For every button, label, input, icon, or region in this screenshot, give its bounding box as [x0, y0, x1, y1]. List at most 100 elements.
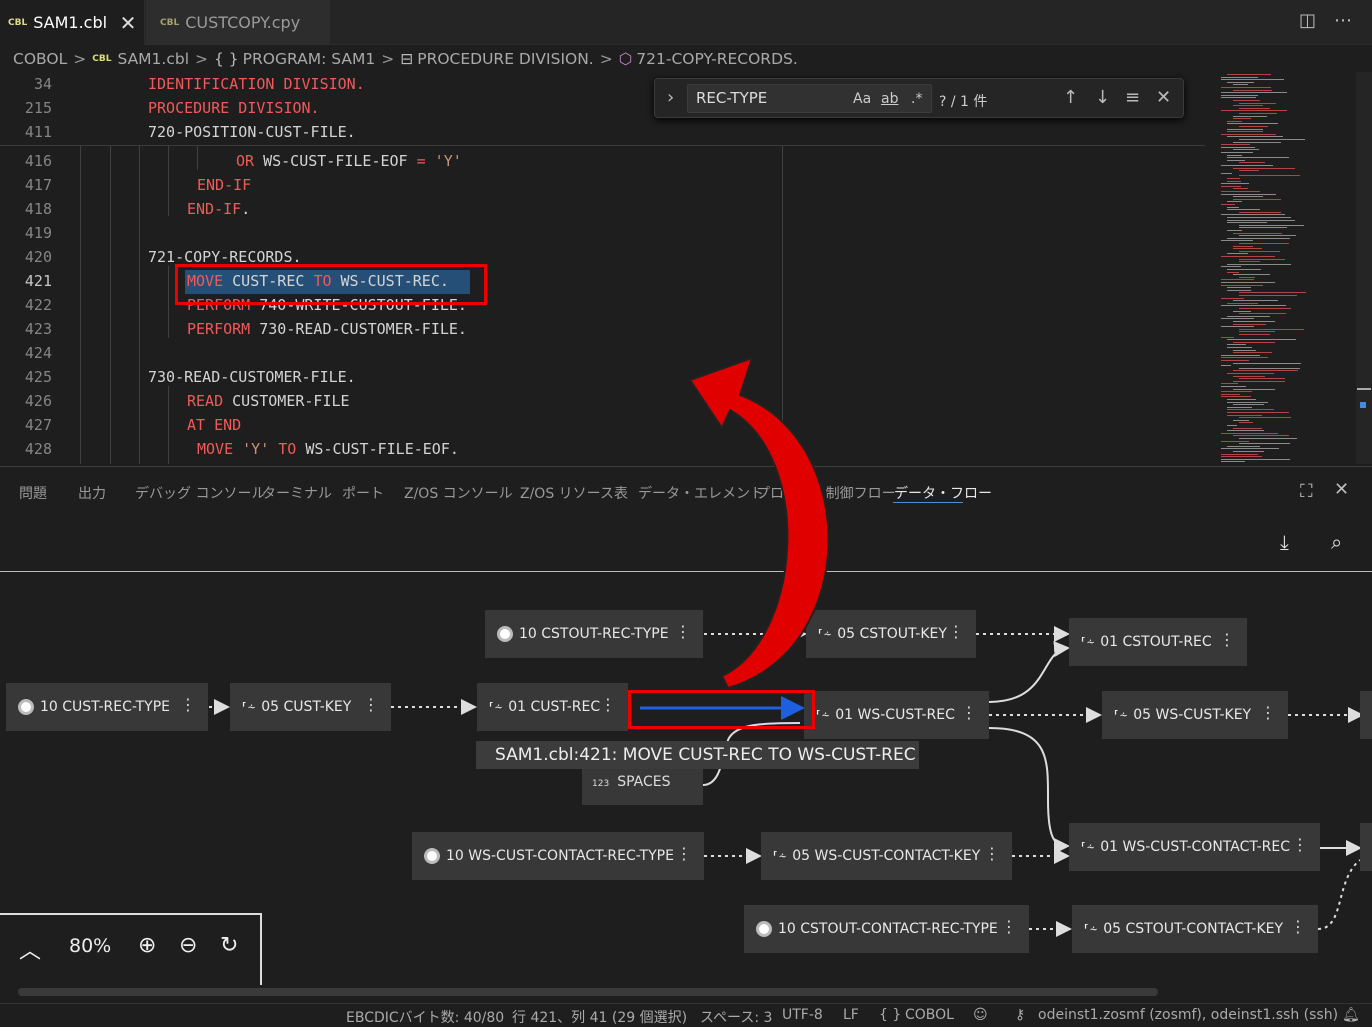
more-vertical-icon[interactable]: ⋮: [1290, 917, 1306, 936]
node-ws-cust-contact-key[interactable]: ⸢⸞ 05 WS-CUST-CONTACT-KEY ⋮: [761, 832, 1012, 880]
breadcrumb-division[interactable]: PROCEDURE DIVISION.: [417, 50, 594, 68]
status-position[interactable]: 行 421、列 41 (29 個選択): [512, 1007, 687, 1027]
code-line[interactable]: END-IF.: [187, 197, 250, 221]
tab-output[interactable]: 出力: [78, 483, 106, 503]
tab-custcopy[interactable]: CBL CUSTCOPY.cpy: [146, 0, 330, 45]
find-in-selection-icon[interactable]: ≡: [1125, 87, 1140, 108]
minimap-line: [1221, 183, 1249, 185]
more-vertical-icon[interactable]: ⋮: [984, 844, 1000, 863]
more-vertical-icon[interactable]: ⋮: [1001, 917, 1017, 936]
download-icon[interactable]: ⤓: [1280, 530, 1289, 554]
tab-sam1[interactable]: CBL SAM1.cbl ✕: [0, 0, 145, 45]
tab-ports[interactable]: ポート: [342, 483, 384, 503]
status-language[interactable]: COBOL: [905, 1007, 954, 1023]
node-ws-cust-contact-rec[interactable]: ⸢⸞ 01 WS-CUST-CONTACT-REC ⋮: [1069, 823, 1320, 871]
line-number: 411: [24, 123, 52, 141]
chevron-right-icon[interactable]: ›: [667, 87, 674, 108]
editor-scrollbar[interactable]: [1356, 72, 1372, 464]
code-editor[interactable]: 34 IDENTIFICATION DIVISION. 215 PROCEDUR…: [0, 72, 1205, 464]
more-vertical-icon[interactable]: ⋮: [363, 695, 379, 714]
code-line[interactable]: PERFORM 730-READ-CUSTOMER-FILE.: [187, 317, 467, 341]
zoom-out-icon[interactable]: ⊖: [179, 933, 197, 958]
more-vertical-icon[interactable]: ⋮: [600, 695, 616, 714]
arrow-up-icon[interactable]: ↑: [1063, 87, 1078, 108]
node-cust-rec-type[interactable]: 10 CUST-REC-TYPE ⋮: [6, 683, 208, 731]
more-vertical-icon[interactable]: ⋮: [1260, 703, 1276, 722]
minimap-line: [1239, 102, 1276, 104]
more-vertical-icon[interactable]: ⋮: [675, 622, 691, 641]
regex-icon[interactable]: .*: [911, 91, 922, 107]
copilot-icon[interactable]: ☺: [973, 1007, 988, 1023]
sticky-line[interactable]: 720-POSITION-CUST-FILE.: [148, 120, 356, 144]
minimap[interactable]: [1215, 72, 1355, 464]
maximize-panel-icon[interactable]: ⛶: [1300, 481, 1313, 502]
collapse-icon[interactable]: ︿: [19, 933, 41, 965]
split-editor-icon[interactable]: ◫: [1299, 10, 1316, 31]
graph-scrollbar[interactable]: [0, 985, 1372, 999]
node-ws-cust-key[interactable]: ⸢⸞ 05 WS-CUST-KEY ⋮: [1102, 691, 1288, 739]
match-case-icon[interactable]: Aa: [853, 91, 871, 107]
more-vertical-icon[interactable]: ⋮: [180, 695, 196, 714]
zoom-in-icon[interactable]: ⊕: [138, 933, 156, 958]
tab-program-control-flow[interactable]: プログラム制御フロー: [756, 483, 896, 503]
breadcrumb-file[interactable]: SAM1.cbl: [117, 50, 189, 68]
close-icon[interactable]: ✕: [1156, 87, 1171, 108]
tab-data-flow[interactable]: データ・フロー: [894, 483, 992, 503]
status-encoding[interactable]: UTF-8: [782, 1007, 823, 1023]
whole-word-icon[interactable]: ab: [881, 91, 898, 107]
tab-problems[interactable]: 問題: [19, 483, 47, 503]
breadcrumb-paragraph[interactable]: 721-COPY-RECORDS.: [636, 50, 798, 68]
minimap-line: [1221, 79, 1284, 81]
node-cust-rec[interactable]: ⸢⸞ 01 CUST-REC ⋮: [477, 683, 628, 731]
node-cstout-rec[interactable]: ⸢⸞ 01 CSTOUT-REC ⋮: [1069, 618, 1247, 666]
scrollbar-thumb[interactable]: [18, 988, 1158, 996]
minimap-line: [1239, 308, 1292, 309]
search-icon[interactable]: ⌕: [1331, 530, 1342, 554]
more-vertical-icon[interactable]: ⋮: [948, 622, 964, 641]
more-vertical-icon[interactable]: ⋮: [676, 844, 692, 863]
tab-data-elements[interactable]: データ・エレメント: [638, 483, 764, 503]
more-vertical-icon[interactable]: ⋮: [961, 703, 977, 722]
node-offscreen[interactable]: [1360, 691, 1372, 739]
node-spaces-literal[interactable]: 123 SPACES: [582, 769, 703, 805]
code-line[interactable]: MOVE 'Y' TO WS-CUST-FILE-EOF.: [197, 437, 459, 461]
node-ws-cust-contact-rec-type[interactable]: 10 WS-CUST-CONTACT-REC-TYPE ⋮: [412, 832, 704, 880]
sticky-line[interactable]: PROCEDURE DIVISION.: [148, 96, 320, 120]
node-cstout-contact-rec-type[interactable]: 10 CSTOUT-CONTACT-REC-TYPE ⋮: [744, 905, 1029, 953]
node-offscreen[interactable]: [1360, 823, 1372, 871]
status-ebcdic[interactable]: EBCDICバイト数: 40/80: [346, 1007, 504, 1027]
minimap-line: [1227, 219, 1296, 221]
tab-debug-console[interactable]: デバッグ コンソール: [135, 483, 265, 503]
status-remote[interactable]: odeinst1.zosmf (zosmf), odeinst1.ssh (ss…: [1038, 1007, 1338, 1023]
tab-zos-resources[interactable]: Z/OS リソース表: [520, 483, 628, 503]
close-icon[interactable]: ✕: [118, 11, 138, 35]
more-vertical-icon[interactable]: ⋮: [1292, 835, 1308, 854]
minimap-line: [1221, 282, 1275, 283]
tab-zos-console[interactable]: Z/OS コンソール: [404, 483, 513, 503]
code-line[interactable]: 730-READ-CUSTOMER-FILE.: [148, 365, 356, 389]
code-line[interactable]: END-IF: [197, 173, 251, 197]
sticky-line[interactable]: IDENTIFICATION DIVISION.: [148, 72, 365, 96]
node-cstout-contact-key[interactable]: ⸢⸞ 05 CSTOUT-CONTACT-KEY ⋮: [1072, 905, 1318, 953]
node-cstout-rec-type[interactable]: 10 CSTOUT-REC-TYPE ⋮: [485, 610, 703, 658]
minimap-line: [1239, 367, 1300, 369]
more-icon[interactable]: ⋯: [1334, 10, 1352, 31]
tab-terminal[interactable]: ターミナル: [262, 483, 332, 503]
minimap-line: [1239, 224, 1304, 226]
breadcrumb-cobol[interactable]: COBOL: [13, 50, 67, 68]
bell-icon[interactable]: 🔔︎: [1342, 1007, 1360, 1023]
arrow-down-icon[interactable]: ↓: [1095, 87, 1110, 108]
node-cust-key[interactable]: ⸢⸞ 05 CUST-KEY ⋮: [230, 683, 391, 731]
minimap-line: [1233, 349, 1256, 351]
status-indent[interactable]: スペース: 3: [700, 1007, 772, 1027]
reset-zoom-icon[interactable]: ↻: [220, 933, 238, 958]
code-line[interactable]: OR WS-CUST-FILE-EOF = 'Y': [236, 149, 462, 173]
code-line[interactable]: READ CUSTOMER-FILE: [187, 389, 350, 413]
status-eol[interactable]: LF: [843, 1007, 859, 1023]
close-panel-icon[interactable]: ✕: [1334, 479, 1349, 500]
breadcrumb-program[interactable]: PROGRAM: SAM1: [243, 50, 376, 68]
node-ws-cust-rec[interactable]: ⸢⸞ 01 WS-CUST-REC ⋮: [804, 691, 989, 739]
code-line[interactable]: AT END: [187, 413, 241, 437]
node-cstout-key[interactable]: ⸢⸞ 05 CSTOUT-KEY ⋮: [806, 610, 976, 658]
more-vertical-icon[interactable]: ⋮: [1219, 630, 1235, 649]
